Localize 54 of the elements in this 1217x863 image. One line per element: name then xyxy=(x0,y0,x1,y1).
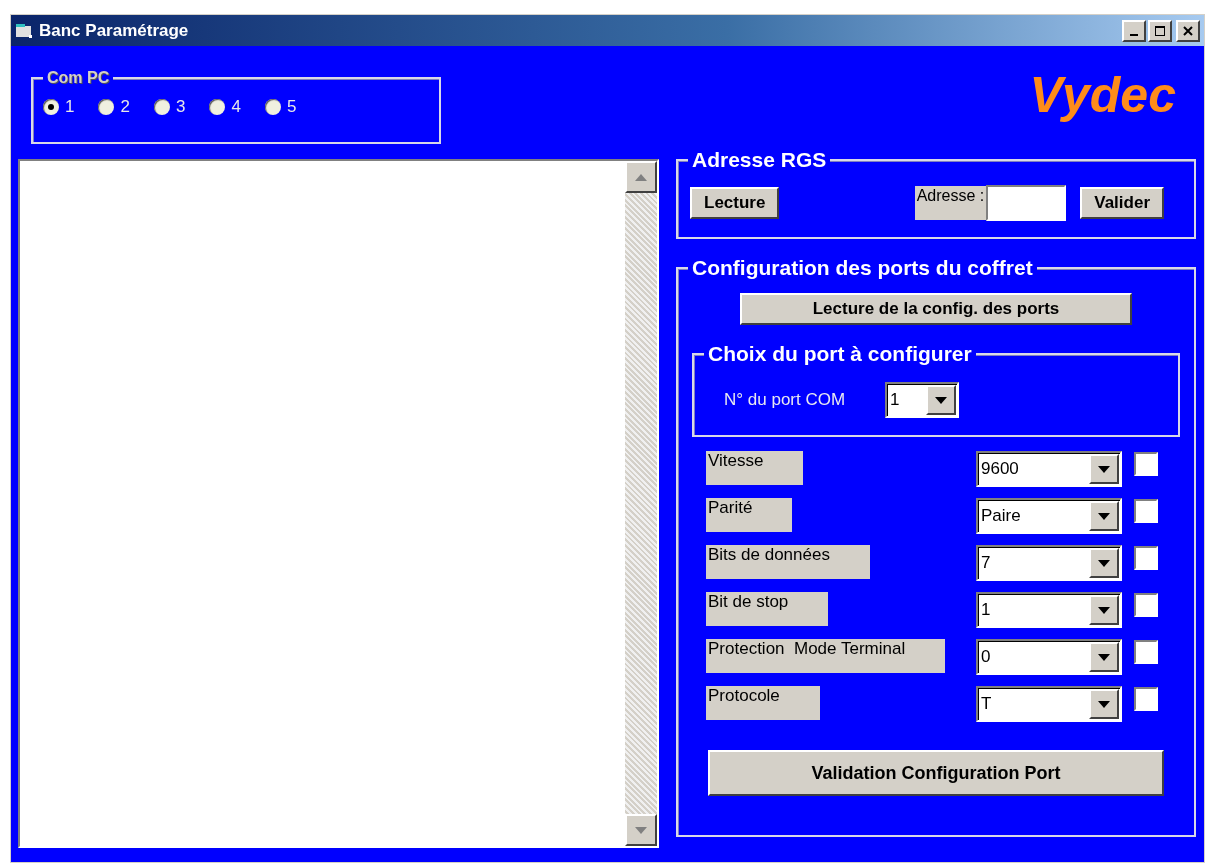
app-icon xyxy=(15,22,33,39)
scrollbar[interactable] xyxy=(625,161,657,846)
dropdown-field[interactable]: 0 xyxy=(976,639,1122,675)
validate-config-button[interactable]: Validation Configuration Port xyxy=(708,750,1164,796)
checkbox[interactable] xyxy=(1134,593,1158,617)
caret-icon xyxy=(1098,700,1110,708)
radio-option[interactable]: 2 xyxy=(98,97,130,117)
caret-icon xyxy=(1098,606,1110,614)
group-label: Com PC xyxy=(47,69,110,88)
setting-label: Bits de données xyxy=(706,545,870,579)
port-label: N° du port COM xyxy=(724,390,846,410)
setting-label: Protocole xyxy=(706,686,820,720)
dropdown-field[interactable]: 9600 xyxy=(976,451,1122,487)
checkbox[interactable] xyxy=(1134,546,1158,570)
validate-button[interactable]: Valider xyxy=(1080,187,1164,219)
up-arrow-icon xyxy=(635,173,647,181)
setting-label: Bit de stop xyxy=(706,592,829,626)
radio-option[interactable]: 3 xyxy=(153,97,186,117)
dropdown-field[interactable]: 1 xyxy=(976,592,1122,628)
setting-label: Vitesse xyxy=(706,451,804,485)
radio-option[interactable]: 4 xyxy=(209,97,241,117)
checkbox[interactable] xyxy=(1134,499,1158,523)
read-button[interactable]: Lecture xyxy=(690,187,780,219)
dropdown-field[interactable]: 1 xyxy=(885,382,960,418)
caret-icon xyxy=(1098,653,1110,661)
setting-label: Parité xyxy=(706,498,793,532)
caret-icon xyxy=(935,396,948,404)
radio-option[interactable]: 5 xyxy=(264,97,297,117)
logo: Vydec xyxy=(1029,68,1176,123)
close-button[interactable] xyxy=(1176,19,1200,42)
checkbox[interactable] xyxy=(1134,452,1158,476)
down-arrow-icon xyxy=(635,826,647,834)
dropdown-field[interactable]: 7 xyxy=(976,545,1122,581)
close-icon xyxy=(1183,25,1193,36)
caret-icon xyxy=(1098,559,1110,567)
window-title: Banc Paramétrage xyxy=(39,20,190,41)
checkbox[interactable] xyxy=(1134,640,1158,664)
dropdown-field[interactable]: T xyxy=(976,686,1122,722)
dropdown-field[interactable]: Paire xyxy=(976,498,1122,534)
read-config-button[interactable]: Lecture de la config. des ports xyxy=(740,293,1132,325)
caret-icon xyxy=(1098,465,1110,473)
minimize-button[interactable] xyxy=(1122,19,1146,42)
maximize-button[interactable] xyxy=(1148,19,1172,42)
group-label: Choix du port à configurer xyxy=(708,341,972,366)
address-label: Adresse : xyxy=(914,186,987,220)
group-label: Adresse RGS xyxy=(692,147,827,172)
address-field[interactable] xyxy=(986,185,1067,221)
group-label: Configuration des ports du coffret xyxy=(692,255,1033,280)
setting-label: Protection Mode Terminal xyxy=(706,639,946,673)
caret-icon xyxy=(1098,512,1110,520)
checkbox[interactable] xyxy=(1134,687,1158,711)
maximize-icon xyxy=(1155,25,1165,36)
radio-option[interactable]: 1 xyxy=(43,97,75,117)
minimize-icon xyxy=(1130,33,1138,36)
